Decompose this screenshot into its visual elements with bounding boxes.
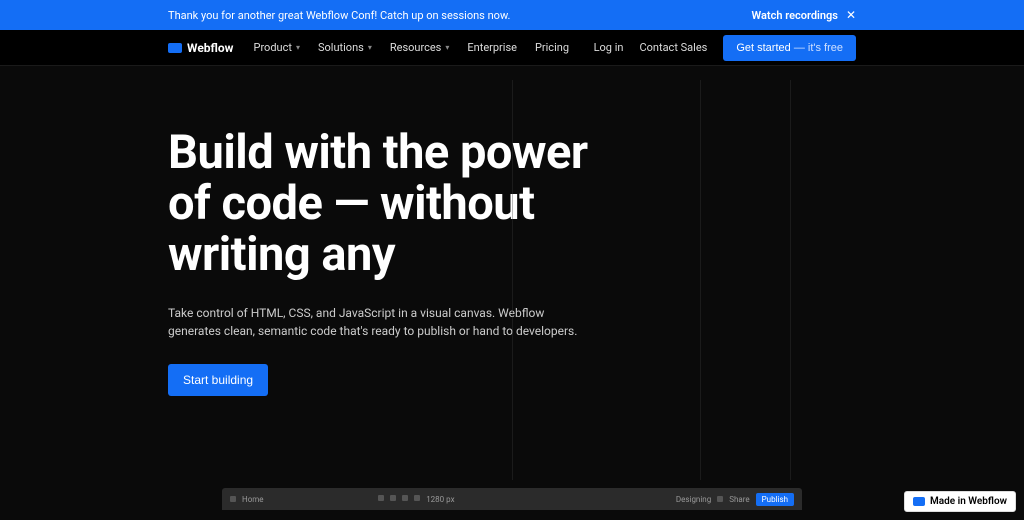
desktop-icon[interactable] bbox=[378, 495, 384, 501]
hero-subhead: Take control of HTML, CSS, and JavaScrip… bbox=[168, 304, 578, 340]
nav-item-pricing[interactable]: Pricing bbox=[535, 41, 569, 54]
login-link[interactable]: Log in bbox=[594, 41, 624, 54]
get-started-button[interactable]: Get started — it's free bbox=[723, 35, 856, 61]
designer-mode-label: Designing bbox=[676, 495, 711, 504]
nav-secondary: Log in Contact Sales Get started — it's … bbox=[594, 35, 856, 61]
webflow-icon bbox=[230, 496, 236, 502]
banner-link[interactable]: Watch recordings bbox=[752, 9, 838, 22]
designer-preview-toolbar: Home 1280 px Designing Share Publish bbox=[222, 488, 802, 510]
nav-label: Pricing bbox=[535, 41, 569, 54]
badge-label: Made in Webflow bbox=[930, 496, 1007, 507]
chevron-down-icon: ▾ bbox=[368, 43, 372, 52]
made-in-webflow-badge[interactable]: Made in Webflow bbox=[904, 491, 1016, 512]
cta-primary-text: Get started bbox=[736, 42, 790, 54]
cta-secondary-text: — it's free bbox=[791, 42, 843, 54]
webflow-logo-icon bbox=[913, 497, 925, 506]
navbar: Webflow Product ▾ Solutions ▾ Resources … bbox=[0, 30, 1024, 66]
nav-item-resources[interactable]: Resources ▾ bbox=[390, 41, 450, 54]
nav-label: Resources bbox=[390, 41, 442, 54]
tablet-icon[interactable] bbox=[390, 495, 396, 501]
mobile-landscape-icon[interactable] bbox=[402, 495, 408, 501]
designer-page-label: Home bbox=[242, 495, 264, 504]
brand-name: Webflow bbox=[187, 41, 234, 55]
banner-message: Thank you for another great Webflow Conf… bbox=[168, 9, 510, 22]
nav-item-enterprise[interactable]: Enterprise bbox=[467, 41, 517, 54]
hero-headline: Build with the power of code — without w… bbox=[168, 128, 628, 280]
nav-label: Solutions bbox=[318, 41, 364, 54]
nav-label: Enterprise bbox=[467, 41, 517, 54]
bg-line bbox=[790, 80, 791, 480]
mobile-icon[interactable] bbox=[414, 495, 420, 501]
bg-line bbox=[512, 80, 513, 480]
chevron-down-icon: ▾ bbox=[445, 43, 449, 52]
nav-primary: Product ▾ Solutions ▾ Resources ▾ Enterp… bbox=[254, 41, 570, 54]
nav-label: Product bbox=[254, 41, 292, 54]
announcement-banner: Thank you for another great Webflow Conf… bbox=[0, 0, 1024, 30]
nav-item-product[interactable]: Product ▾ bbox=[254, 41, 300, 54]
webflow-logo-icon bbox=[168, 43, 182, 53]
contact-sales-link[interactable]: Contact Sales bbox=[639, 41, 707, 54]
publish-button[interactable]: Publish bbox=[756, 493, 794, 506]
breakpoint-label: 1280 px bbox=[426, 495, 454, 504]
gear-icon[interactable] bbox=[717, 496, 723, 502]
close-icon[interactable]: ✕ bbox=[846, 9, 856, 21]
brand-logo[interactable]: Webflow bbox=[168, 41, 234, 55]
start-building-button[interactable]: Start building bbox=[168, 364, 268, 396]
share-button[interactable]: Share bbox=[729, 495, 749, 504]
bg-line bbox=[700, 80, 701, 480]
chevron-down-icon: ▾ bbox=[296, 43, 300, 52]
nav-item-solutions[interactable]: Solutions ▾ bbox=[318, 41, 372, 54]
